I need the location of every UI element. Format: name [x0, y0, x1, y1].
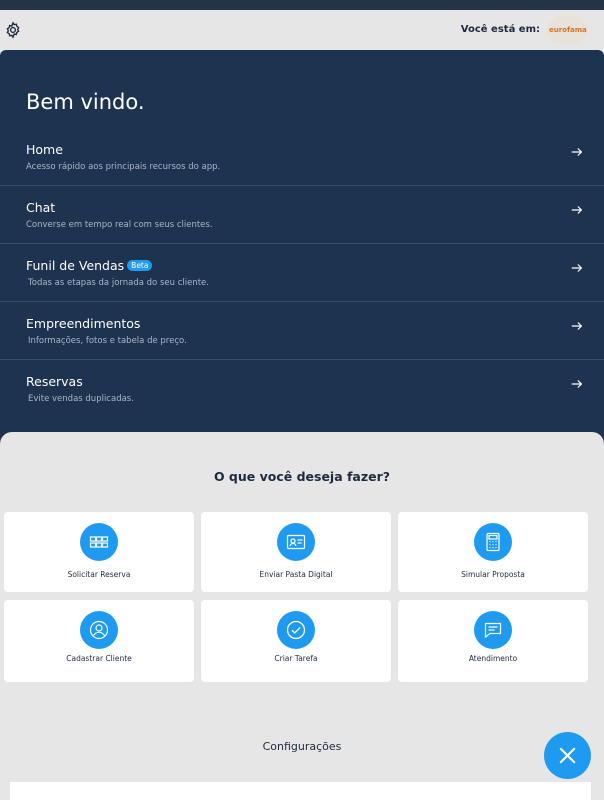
config-card[interactable]: [10, 782, 591, 800]
menu-item-chat[interactable]: Chat Converse em tempo real com seus cli…: [0, 186, 604, 244]
status-bar: [0, 0, 604, 10]
welcome-title: Bem vindo.: [26, 90, 145, 114]
arrow-right-icon: [571, 206, 583, 214]
close-icon: [559, 747, 576, 764]
user-icon: [80, 611, 118, 649]
menu-item-subtitle: Evite vendas duplicadas.: [28, 394, 134, 404]
company-logo[interactable]: eurofama: [546, 15, 588, 45]
top-bar: Você está em: eurofama: [0, 10, 604, 50]
menu-item-subtitle: Informações, fotos e tabela de preço.: [28, 336, 187, 346]
action-label: Solicitar Reserva: [67, 570, 131, 579]
menu-item-title: Funil de Vendas Beta: [26, 258, 153, 273]
menu-item-home[interactable]: Home Acesso rápido aos principais recurs…: [0, 128, 604, 186]
menu-item-subtitle: Converse em tempo real com seus clientes…: [26, 220, 213, 230]
arrow-right-icon: [571, 380, 583, 388]
menu-item-reservas[interactable]: Reservas Evite vendas duplicadas.: [0, 360, 604, 418]
location-label: Você está em:: [460, 24, 540, 35]
action-cadastrar-cliente[interactable]: Cadastrar Cliente: [4, 600, 194, 682]
action-solicitar-reserva[interactable]: Solicitar Reserva: [4, 512, 194, 592]
check-icon: [277, 611, 315, 649]
action-enviar-pasta-digital[interactable]: Enviar Pasta Digital: [201, 512, 391, 592]
welcome-panel: Bem vindo. Home Acesso rápido aos princi…: [0, 50, 604, 450]
menu-item-title-text: Funil de Vendas: [26, 258, 125, 273]
sheet-title: O que você deseja fazer?: [213, 469, 391, 484]
action-criar-tarefa[interactable]: Criar Tarefa: [201, 600, 391, 682]
action-label: Cadastrar Cliente: [66, 654, 132, 663]
action-label: Criar Tarefa: [274, 654, 318, 663]
menu-item-funil-de-vendas[interactable]: Funil de Vendas Beta Todas as etapas da j…: [0, 244, 604, 302]
arrow-right-icon: [571, 148, 583, 156]
logo-text: eurofama: [549, 26, 587, 34]
arrow-right-icon: [571, 264, 583, 272]
menu-item-title: Empreendimentos: [26, 316, 141, 331]
menu-item-subtitle: Todas as etapas da jornada do seu client…: [28, 278, 209, 288]
beta-badge: Beta: [127, 260, 153, 271]
config-title: Configurações: [262, 740, 342, 753]
action-atendimento[interactable]: Atendimento: [398, 600, 588, 682]
menu-item-subtitle: Acesso rápido aos principais recursos do…: [26, 162, 221, 172]
grid-icon: [80, 523, 118, 561]
menu-item-title: Reservas: [26, 374, 83, 389]
menu-item-title: Chat: [26, 200, 56, 215]
actions-sheet: O que você deseja fazer? Solicitar Reser…: [0, 432, 604, 800]
gear-icon[interactable]: [4, 21, 22, 39]
arrow-right-icon: [571, 322, 583, 330]
action-label: Enviar Pasta Digital: [259, 570, 333, 579]
menu-item-empreendimentos[interactable]: Empreendimentos Informações, fotos e tab…: [0, 302, 604, 360]
action-simular-proposta[interactable]: Simular Proposta: [398, 512, 588, 592]
action-label: Atendimento: [468, 654, 518, 663]
menu-item-title: Home: [26, 142, 63, 157]
close-button[interactable]: [544, 732, 591, 779]
action-label: Simular Proposta: [461, 570, 525, 579]
id-card-icon: [277, 523, 315, 561]
message-icon: [474, 611, 512, 649]
calculator-icon: [474, 523, 512, 561]
